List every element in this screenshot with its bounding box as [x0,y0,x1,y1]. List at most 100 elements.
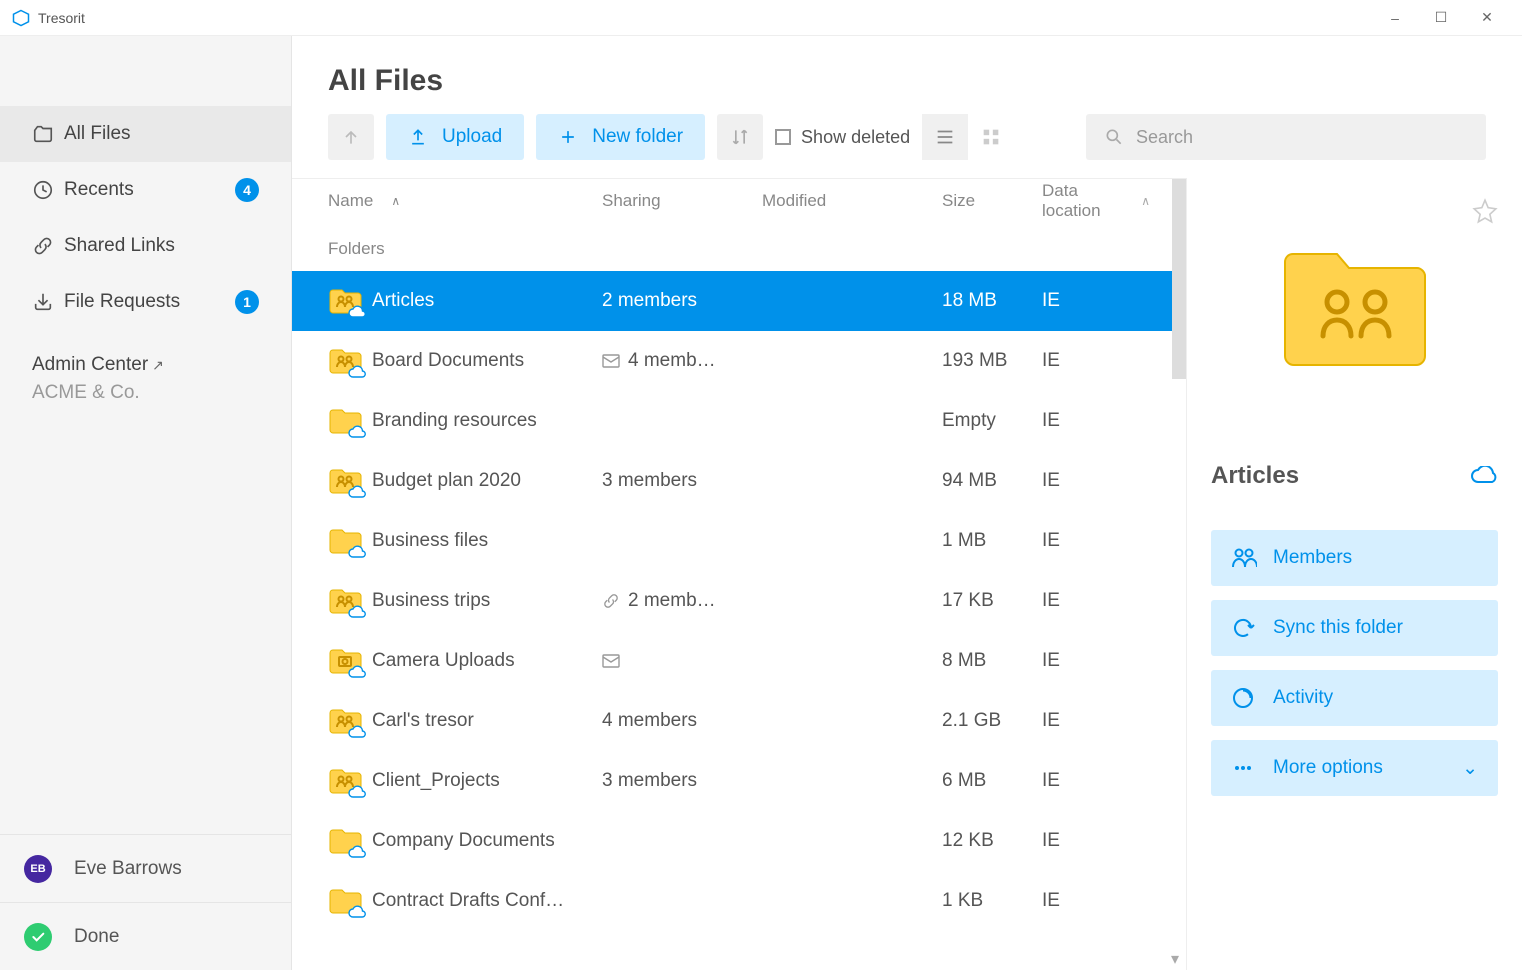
file-row[interactable]: Contract Drafts Conf…1 KBIE [292,871,1186,931]
file-row[interactable]: Client_Projects3 members6 MBIE [292,751,1186,811]
column-headers[interactable]: Name∧ Sharing Modified Size Data locatio… [292,179,1186,223]
file-name: Contract Drafts Conf… [372,890,602,912]
file-location: IE [1042,770,1150,792]
folder-icon [328,467,372,495]
file-location: IE [1042,590,1150,612]
sort-asc-icon: ∧ [1141,194,1150,208]
file-location: IE [1042,650,1150,672]
file-sharing: 2 memb… [602,590,762,612]
file-row[interactable]: Board Documents4 memb…193 MBIE [292,331,1186,391]
file-size: 17 KB [942,590,1042,612]
details-activity-button[interactable]: Activity [1211,670,1498,726]
details-sync-this-folder-button[interactable]: Sync this folder [1211,600,1498,656]
new-folder-button[interactable]: New folder [536,114,705,160]
file-row[interactable]: Camera Uploads 8 MBIE [292,631,1186,691]
sync-icon [1231,616,1263,640]
folder-icon [328,887,372,915]
scroll-down-icon[interactable]: ▾ [1164,948,1186,970]
details-button-label: Sync this folder [1273,617,1403,639]
toolbar: Upload New folder Show deleted [292,114,1522,178]
cloud-status-icon [1470,466,1498,486]
sidebar-icon [32,179,64,201]
sync-status-row[interactable]: Done [0,902,291,970]
file-name: Articles [372,290,602,312]
sidebar-item-label: All Files [64,123,259,145]
admin-center-label: Admin Center [32,354,148,375]
upload-label: Upload [442,126,502,148]
file-list: Name∧ Sharing Modified Size Data locatio… [292,178,1186,970]
sidebar-item-all-files[interactable]: All Files [0,106,291,162]
more-icon [1231,756,1263,780]
file-size: 8 MB [942,650,1042,672]
col-location: Data location [1042,181,1141,221]
folder-icon [328,347,372,375]
chevron-down-icon: ⌄ [1462,757,1478,780]
file-name: Company Documents [372,830,602,852]
folder-icon [328,407,372,435]
sidebar-icon [32,123,64,145]
file-row[interactable]: Articles2 members18 MBIE [292,271,1186,331]
file-sharing: 4 memb… [602,350,762,372]
user-row[interactable]: EB Eve Barrows [0,834,291,902]
sidebar-icon [32,235,64,257]
file-row[interactable]: Carl's tresor4 members2.1 GBIE [292,691,1186,751]
search-input[interactable]: Search [1086,114,1486,160]
list-view-button[interactable] [922,114,968,160]
checkbox-icon [775,129,791,145]
upload-icon [408,127,428,147]
col-modified: Modified [762,191,942,211]
sidebar-badge: 4 [235,178,259,202]
sidebar-badge: 1 [235,290,259,314]
col-name: Name [328,191,373,211]
group-header: Folders [292,223,1186,271]
activity-icon [1231,686,1263,710]
sidebar-item-file-requests[interactable]: File Requests1 [0,274,291,330]
favorite-star-button[interactable] [1472,198,1498,224]
file-row[interactable]: Company Documents12 KBIE [292,811,1186,871]
app-title: Tresorit [38,10,85,26]
file-location: IE [1042,890,1150,912]
sidebar-icon [32,291,64,313]
mail-icon [602,354,620,368]
admin-center-link[interactable]: Admin Center↗ ACME & Co. [0,330,291,404]
folder-icon [328,587,372,615]
sort-button[interactable] [717,114,763,160]
file-name: Client_Projects [372,770,602,792]
show-deleted-toggle[interactable]: Show deleted [775,127,910,148]
file-size: 2.1 GB [942,710,1042,732]
upload-button[interactable]: Upload [386,114,524,160]
grid-view-button[interactable] [968,114,1014,160]
sidebar-item-recents[interactable]: Recents4 [0,162,291,218]
file-location: IE [1042,350,1150,372]
file-row[interactable]: Branding resourcesEmptyIE [292,391,1186,451]
show-deleted-label: Show deleted [801,127,910,148]
sync-status-label: Done [74,926,119,948]
window-close-button[interactable]: ✕ [1464,0,1510,36]
link-icon [602,592,620,610]
folder-icon [328,827,372,855]
file-name: Branding resources [372,410,602,432]
sidebar-item-shared-links[interactable]: Shared Links [0,218,291,274]
details-more-options-button[interactable]: More options⌄ [1211,740,1498,796]
file-size: Empty [942,410,1042,432]
file-row[interactable]: Business files1 MBIE [292,511,1186,571]
file-sharing: 4 members [602,710,762,732]
details-button-label: Activity [1273,687,1333,709]
file-row[interactable]: Budget plan 20203 members94 MBIE [292,451,1186,511]
up-button[interactable] [328,114,374,160]
window-maximize-button[interactable]: ☐ [1418,0,1464,36]
new-folder-label: New folder [592,126,683,148]
file-size: 18 MB [942,290,1042,312]
details-members-button[interactable]: Members [1211,530,1498,586]
details-panel: Articles MembersSync this folderActivity… [1186,178,1522,970]
window-minimize-button[interactable]: – [1372,0,1418,36]
file-sharing: 3 members [602,470,762,492]
file-name: Business files [372,530,602,552]
col-sharing: Sharing [602,191,762,211]
file-row[interactable]: Business trips2 memb…17 KBIE [292,571,1186,631]
scrollbar-thumb[interactable] [1172,179,1186,379]
titlebar: Tresorit – ☐ ✕ [0,0,1522,36]
file-location: IE [1042,710,1150,732]
file-name: Camera Uploads [372,650,602,672]
content-area: All Files Upload New folder Show deleted [292,36,1522,970]
